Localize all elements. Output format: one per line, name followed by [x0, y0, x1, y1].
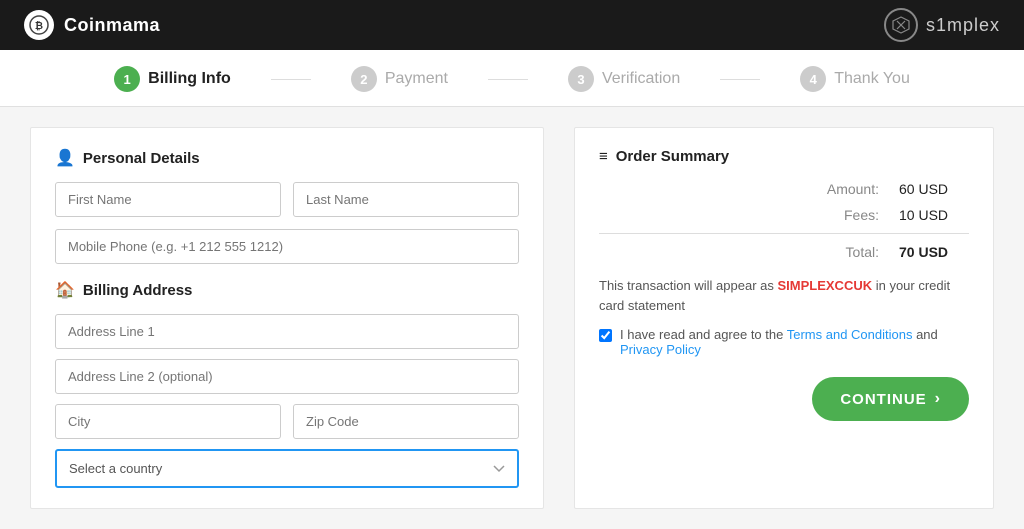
fees-row: Fees: 10 USD — [599, 207, 969, 223]
step-1-label: Billing Info — [148, 70, 231, 88]
step-1-number: 1 — [114, 66, 140, 92]
total-value: 70 USD — [899, 244, 969, 260]
step-divider-1 — [271, 79, 311, 80]
continue-button[interactable]: CONTINUE › — [812, 377, 969, 421]
total-row: Total: 70 USD — [599, 244, 969, 260]
privacy-link[interactable]: Privacy Policy — [620, 342, 701, 357]
country-select[interactable]: Select a country — [55, 449, 519, 488]
continue-arrow-icon: › — [935, 390, 941, 408]
first-name-input[interactable] — [55, 182, 281, 217]
fees-label: Fees: — [844, 207, 879, 223]
city-zip-row — [55, 404, 519, 439]
fees-value: 10 USD — [899, 207, 969, 223]
right-panel: ≡ Order Summary Amount: 60 USD Fees: 10 … — [574, 127, 994, 509]
billing-address-section: 🏠 Billing Address Select a country — [55, 280, 519, 488]
step-divider-2 — [488, 79, 528, 80]
address2-row — [55, 359, 519, 394]
agree-checkbox[interactable] — [599, 329, 612, 342]
step-3-number: 3 — [568, 66, 594, 92]
personal-details-title: 👤 Personal Details — [55, 148, 519, 168]
step-2-number: 2 — [351, 66, 377, 92]
step-divider-3 — [720, 79, 760, 80]
agree-text: I have read and agree to the Terms and C… — [620, 327, 969, 357]
main-content: 👤 Personal Details 🏠 Billing Address — [0, 107, 1024, 529]
list-icon: ≡ — [599, 148, 608, 165]
zip-input[interactable] — [293, 404, 519, 439]
step-thank-you[interactable]: 4 Thank You — [800, 66, 910, 92]
step-3-label: Verification — [602, 70, 680, 88]
home-icon: 🏠 — [55, 280, 75, 300]
step-4-number: 4 — [800, 66, 826, 92]
step-4-label: Thank You — [834, 70, 910, 88]
person-icon: 👤 — [55, 148, 75, 168]
amount-value: 60 USD — [899, 181, 969, 197]
total-label: Total: — [846, 244, 879, 260]
amount-row: Amount: 60 USD — [599, 181, 969, 197]
agree-row: I have read and agree to the Terms and C… — [599, 327, 969, 357]
transaction-notice: This transaction will appear as SIMPLEXC… — [599, 276, 969, 315]
step-verification[interactable]: 3 Verification — [568, 66, 680, 92]
partner-name: s1mplex — [926, 15, 1000, 36]
simplex-logo: s1mplex — [884, 8, 1000, 42]
agree-pre: I have read and agree to the — [620, 327, 787, 342]
steps-navigation: 1 Billing Info 2 Payment 3 Verification … — [0, 50, 1024, 107]
phone-input[interactable] — [55, 229, 519, 264]
step-billing-info[interactable]: 1 Billing Info — [114, 66, 231, 92]
name-row — [55, 182, 519, 217]
address1-row — [55, 314, 519, 349]
continue-label: CONTINUE — [840, 391, 926, 408]
agree-mid: and — [912, 327, 937, 342]
brand-name: Coinmama — [64, 15, 160, 36]
svg-text:₿: ₿ — [35, 20, 43, 32]
terms-link[interactable]: Terms and Conditions — [787, 327, 913, 342]
address1-input[interactable] — [55, 314, 519, 349]
order-summary-title: ≡ Order Summary — [599, 148, 969, 165]
billing-address-title: 🏠 Billing Address — [55, 280, 519, 300]
transaction-notice-pre: This transaction will appear as — [599, 278, 777, 293]
header: ₿ Coinmama s1mplex — [0, 0, 1024, 50]
step-2-label: Payment — [385, 70, 448, 88]
transaction-brand: SIMPLEXCCUK — [777, 278, 872, 293]
order-divider — [599, 233, 969, 234]
amount-label: Amount: — [827, 181, 879, 197]
brand-logo: ₿ Coinmama — [24, 10, 160, 40]
last-name-input[interactable] — [293, 182, 519, 217]
address2-input[interactable] — [55, 359, 519, 394]
left-panel: 👤 Personal Details 🏠 Billing Address — [30, 127, 544, 509]
step-payment[interactable]: 2 Payment — [351, 66, 448, 92]
coinmama-icon: ₿ — [24, 10, 54, 40]
city-input[interactable] — [55, 404, 281, 439]
simplex-icon — [884, 8, 918, 42]
phone-row — [55, 229, 519, 264]
